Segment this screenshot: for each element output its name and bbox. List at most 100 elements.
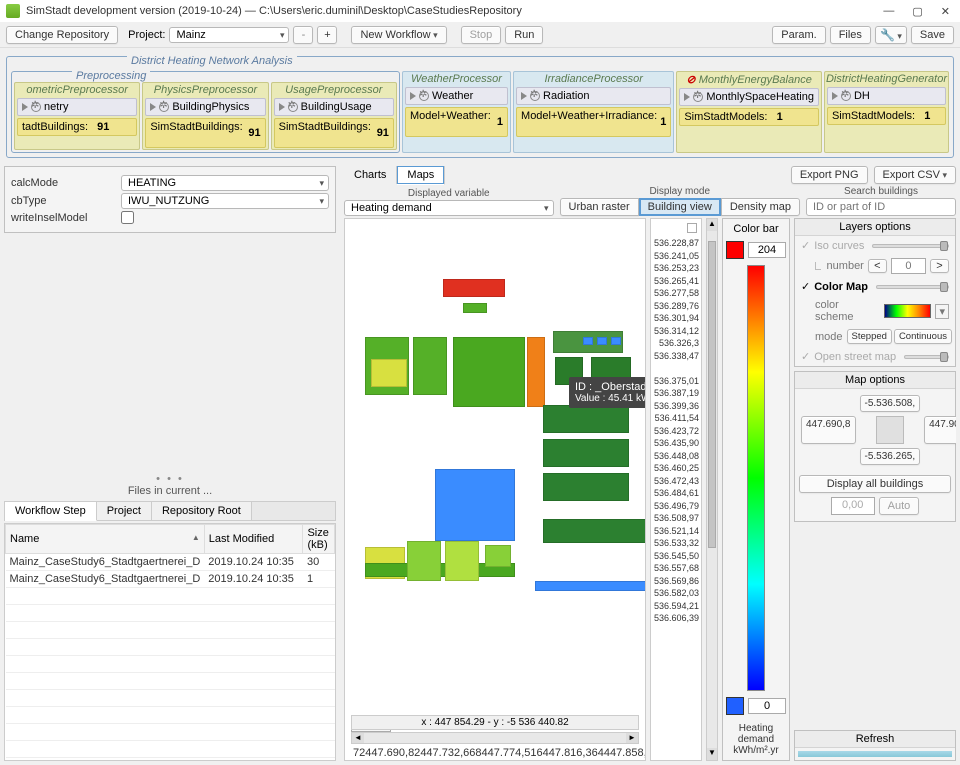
col-size[interactable]: Size (kB) <box>303 525 335 554</box>
save-button[interactable]: Save <box>911 26 954 44</box>
display-all-buildings-button[interactable]: Display all buildings <box>799 475 951 493</box>
workflow-step-status[interactable]: SimStadtBuildings: 91 <box>274 118 394 148</box>
play-icon <box>22 103 28 111</box>
iso-toggle-icon[interactable]: ✓ <box>801 239 810 252</box>
iso-number-label: number <box>827 260 864 272</box>
analysis-group-label: District Heating Network Analysis <box>127 55 297 67</box>
osm-label: Open street map <box>814 351 896 363</box>
mapopt-north[interactable]: -5.536.508, <box>860 395 921 412</box>
colorscheme-select[interactable] <box>884 304 932 318</box>
main-toolbar: Change Repository Project: Mainz - + New… <box>0 22 960 48</box>
workflow-step-row[interactable]: MonthlySpaceHeating <box>679 88 819 106</box>
settings-button[interactable]: 🔧 <box>875 26 907 44</box>
tab-maps[interactable]: Maps <box>397 166 445 185</box>
horizontal-splitter[interactable]: • • • <box>4 473 336 481</box>
export-png-button[interactable]: Export PNG <box>791 166 868 184</box>
col-modified[interactable]: Last Modified <box>204 525 303 554</box>
mode-stepped-button[interactable]: Stepped <box>847 329 892 344</box>
preprocessing-group-label: Preprocessing <box>72 70 150 82</box>
colorbar-min-value[interactable]: 0 <box>748 698 786 714</box>
table-row[interactable]: Mainz_CaseStudy6_Stadtgaertnerei_D2019.1… <box>6 571 335 588</box>
writeinsel-checkbox[interactable] <box>121 211 134 224</box>
mapopt-west[interactable]: 447.690,8 <box>801 416 856 444</box>
osm-toggle-icon[interactable]: ✓ <box>801 350 810 363</box>
workflow-step-row[interactable]: BuildingPhysics <box>145 98 265 116</box>
gear-icon <box>419 91 429 101</box>
colorscheme-dropdown-icon[interactable]: ▾ <box>935 304 949 319</box>
workflow-step-row[interactable]: Radiation <box>516 87 671 105</box>
window-title: SimStadt development version (2019-10-24… <box>26 5 883 17</box>
map-canvas[interactable]: ID : _Oberstadt4736_BD.4xTlAO0h0qMssTpQ6… <box>344 218 646 761</box>
iso-number-decrease[interactable]: < <box>868 259 887 273</box>
workflow-step-row[interactable]: netry <box>17 98 137 116</box>
colorbar-max-value[interactable]: 204 <box>748 242 786 258</box>
mapopt-auto-button[interactable]: Auto <box>879 497 920 515</box>
project-select[interactable]: Mainz <box>169 27 289 43</box>
change-repository-button[interactable]: Change Repository <box>6 26 118 44</box>
project-minus-button[interactable]: - <box>293 26 313 44</box>
play-icon <box>150 103 156 111</box>
files-button[interactable]: Files <box>830 26 871 44</box>
col-name[interactable]: Name▲ <box>6 525 205 554</box>
osm-slider[interactable] <box>904 355 949 359</box>
colorbar-unit-label: Heating demand <box>725 723 787 745</box>
param-button[interactable]: Param. <box>772 26 825 44</box>
workflow-step-status[interactable]: Model+Weather: 1 <box>405 107 508 137</box>
workflow-step-row[interactable]: DH <box>827 87 946 105</box>
run-button[interactable]: Run <box>505 26 543 44</box>
colormap-slider[interactable] <box>876 285 949 289</box>
play-icon <box>279 103 285 111</box>
workflow-step-title: ometricPreprocessor <box>15 83 139 97</box>
tab-repository-root[interactable]: Repository Root <box>152 502 252 520</box>
mapopt-east[interactable]: 447.900,0 <box>924 416 956 444</box>
map-vscrollbar[interactable]: ▲▼ <box>706 218 718 761</box>
workflow-step-status[interactable]: SimStadtModels: 1 <box>827 107 946 125</box>
workflow-step-status[interactable]: SimStadtModels: 1 <box>679 108 819 126</box>
search-buildings-label: Search buildings <box>844 186 918 197</box>
mode-building-view[interactable]: Building view <box>639 198 721 216</box>
map-hscrollbar[interactable]: ◄► <box>351 732 639 744</box>
workflow-step-title: IrradianceProcessor <box>514 72 673 86</box>
table-row[interactable]: Mainz_CaseStudy6_Stadtgaertnerei_D2019.1… <box>6 554 335 571</box>
mapopt-south[interactable]: -5.536.265, <box>860 448 921 465</box>
displayed-variable-select[interactable]: Heating demand <box>344 200 554 216</box>
export-csv-button[interactable]: Export CSV <box>874 166 957 184</box>
writeinsel-label: writeInselModel <box>11 212 121 224</box>
iso-number-input[interactable]: 0 <box>891 258 926 274</box>
cbtype-select[interactable]: IWU_NUTZUNG <box>121 193 329 209</box>
project-plus-button[interactable]: + <box>317 26 337 44</box>
workflow-step-row[interactable]: Weather <box>405 87 508 105</box>
iso-number-increase[interactable]: > <box>930 259 949 273</box>
mode-urban-raster[interactable]: Urban raster <box>560 198 639 216</box>
play-icon <box>521 92 527 100</box>
colormap-toggle-icon[interactable]: ✓ <box>801 280 810 293</box>
workflow-step-status[interactable]: Model+Weather+Irradiance: 1 <box>516 107 671 137</box>
play-icon <box>832 92 838 100</box>
workflow-step-status[interactable]: SimStadtBuildings: 91 <box>145 118 265 148</box>
mode-continuous-button[interactable]: Continuous <box>894 329 952 344</box>
search-buildings-input[interactable] <box>806 198 956 216</box>
colorbar-gradient <box>747 265 765 691</box>
files-tabs: Workflow Step Project Repository Root <box>4 501 336 521</box>
yaxis-toggle[interactable] <box>687 223 697 233</box>
tab-workflow-step[interactable]: Workflow Step <box>5 502 97 521</box>
calcmode-label: calcMode <box>11 177 121 189</box>
window-maximize[interactable]: ▢ <box>912 5 922 18</box>
map-xaxis-ticks: 72447.690,82447.732,668447.774,516447.81… <box>345 746 645 760</box>
tab-project[interactable]: Project <box>97 502 152 520</box>
iso-slider[interactable] <box>872 244 949 248</box>
play-icon <box>410 92 416 100</box>
window-close[interactable]: ✕ <box>941 5 950 18</box>
workflow-step-status[interactable]: tadtBuildings: 91 <box>17 118 137 136</box>
mapopt-value-input[interactable]: 0,00 <box>831 497 875 515</box>
mapopt-center[interactable] <box>876 416 904 444</box>
window-minimize[interactable]: — <box>883 5 894 18</box>
workflow-step-row[interactable]: BuildingUsage <box>274 98 394 116</box>
mode-density-map[interactable]: Density map <box>721 198 800 216</box>
new-workflow-button[interactable]: New Workflow <box>351 26 446 44</box>
tab-charts[interactable]: Charts <box>344 166 397 184</box>
stop-button[interactable]: Stop <box>461 26 502 44</box>
colorscheme-label: color scheme <box>815 299 880 323</box>
calcmode-select[interactable]: HEATING <box>121 175 329 191</box>
files-table: Name▲ Last Modified Size (kB) Mainz_Case… <box>5 524 335 761</box>
